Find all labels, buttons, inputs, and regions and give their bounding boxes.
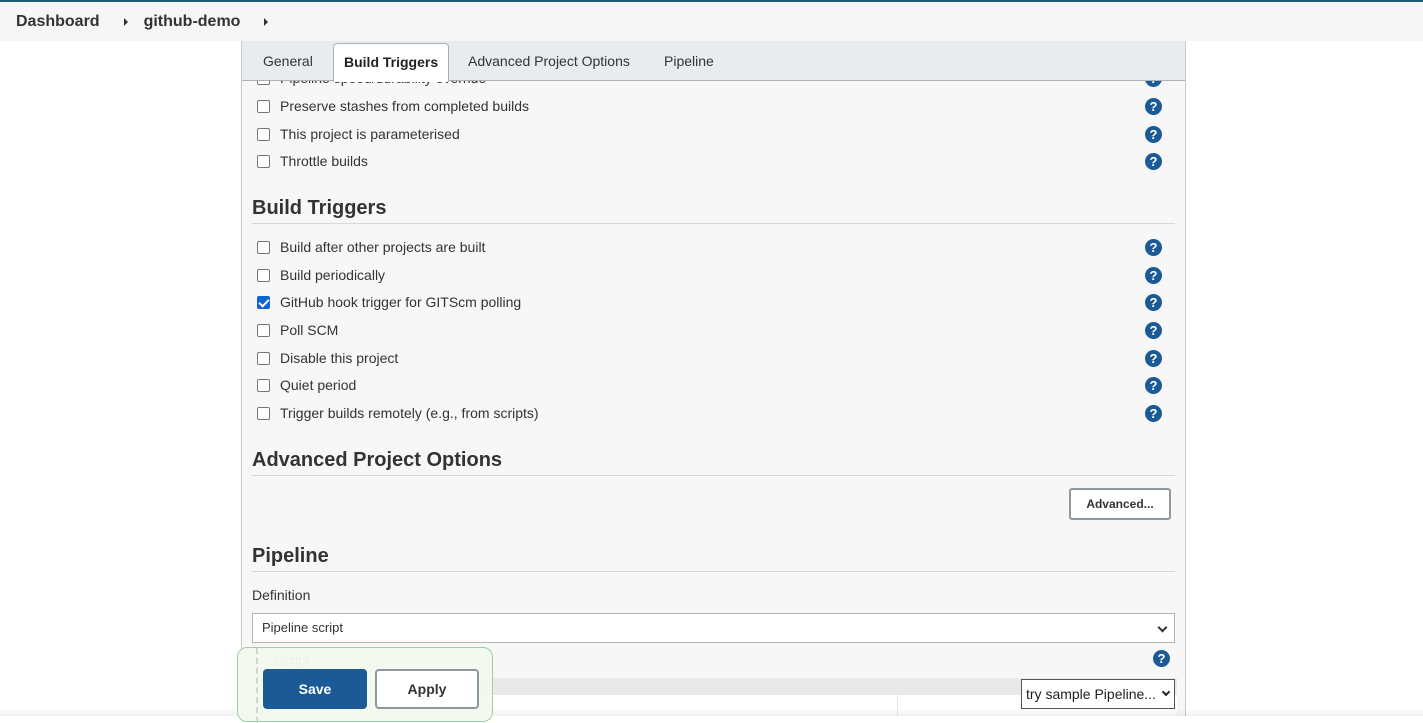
trigger-row: Trigger builds remotely (e.g., from scri… [252,402,1177,424]
help-icon[interactable]: ? [1153,650,1170,667]
trigger-row: Build periodically ? [252,264,1177,286]
definition-select[interactable]: Pipeline script [252,613,1175,643]
breadcrumb-chevron-icon[interactable] [123,17,128,26]
tab-general[interactable]: General [253,49,323,81]
option-label: Poll SCM [280,322,339,338]
save-button[interactable]: Save [263,669,367,709]
trigger-row: Poll SCM ? [252,319,1177,341]
breadcrumb-chevron-icon[interactable] [264,17,269,26]
option-label: Preserve stashes from completed builds [280,98,529,114]
option-label: Disable this project [280,350,399,366]
tab-build-triggers[interactable]: Build Triggers [333,43,450,82]
help-icon[interactable]: ? [1145,97,1162,115]
help-icon[interactable]: ? [1145,349,1162,367]
help-icon[interactable]: ? [1145,125,1162,143]
bottom-shadow [0,708,1423,716]
checkbox[interactable] [257,351,270,365]
checkbox[interactable] [257,323,270,337]
option-label: Throttle builds [280,153,368,169]
sample-pipeline-select[interactable]: try sample Pipeline... [1021,679,1175,709]
option-label: Trigger builds remotely (e.g., from scri… [280,405,539,421]
option-label: Quiet period [280,377,357,393]
help-icon[interactable]: ? [1145,376,1162,394]
help-icon[interactable]: ? [1145,152,1162,170]
definition-select-value: Pipeline script [262,620,343,635]
apply-button[interactable]: Apply [375,669,479,709]
pipeline-heading: Pipeline [252,545,1175,572]
option-label: Build after other projects are built [280,239,486,255]
option-label: GitHub hook trigger for GITScm polling [280,294,522,310]
breadcrumb: Dashboard github-demo [0,2,1423,41]
checkbox[interactable] [257,378,270,392]
chevron-down-icon [1157,622,1168,633]
option-row: This project is parameterised ? [252,123,1177,145]
tab-advanced-project-options[interactable]: Advanced Project Options [458,49,640,81]
advanced-button[interactable]: Advanced... [1069,488,1171,520]
trigger-row: Build after other projects are built ? [252,236,1177,258]
breadcrumb-dashboard[interactable]: Dashboard [16,13,100,31]
sample-pipeline-select-value: try sample Pipeline... [1026,686,1156,702]
checkbox[interactable] [257,240,270,254]
build-triggers-heading: Build Triggers [252,197,1175,224]
trigger-row: GitHub hook trigger for GITScm polling ? [252,291,1177,313]
config-panel: General Build Triggers Advanced Project … [241,41,1186,716]
checkbox-checked[interactable] [257,295,270,309]
breadcrumb-github-demo[interactable]: github-demo [144,13,241,31]
advanced-options-heading: Advanced Project Options [252,449,1175,476]
dashed-divider [256,648,258,723]
tab-pipeline[interactable]: Pipeline [654,49,724,81]
help-icon[interactable]: ? [1145,293,1162,311]
definition-label: Definition [252,587,311,603]
checkbox[interactable] [257,154,270,168]
help-icon[interactable]: ? [1145,321,1162,339]
checkbox[interactable] [257,406,270,420]
chevron-down-icon [1161,687,1171,697]
help-icon[interactable]: ? [1145,266,1162,284]
option-row: Throttle builds ? [252,150,1177,172]
option-row: Preserve stashes from completed builds ? [252,95,1177,117]
option-label: Build periodically [280,267,386,283]
trigger-row: Disable this project ? [252,347,1177,369]
option-label: This project is parameterised [280,126,460,142]
help-icon[interactable]: ? [1145,404,1162,422]
form-action-bar: Save Apply [237,647,493,723]
trigger-row: Quiet period ? [252,374,1177,396]
help-icon[interactable]: ? [1145,238,1162,256]
checkbox[interactable] [257,127,270,141]
section-tabs: General Build Triggers Advanced Project … [242,41,1185,82]
checkbox[interactable] [257,268,270,282]
checkbox[interactable] [257,99,270,113]
